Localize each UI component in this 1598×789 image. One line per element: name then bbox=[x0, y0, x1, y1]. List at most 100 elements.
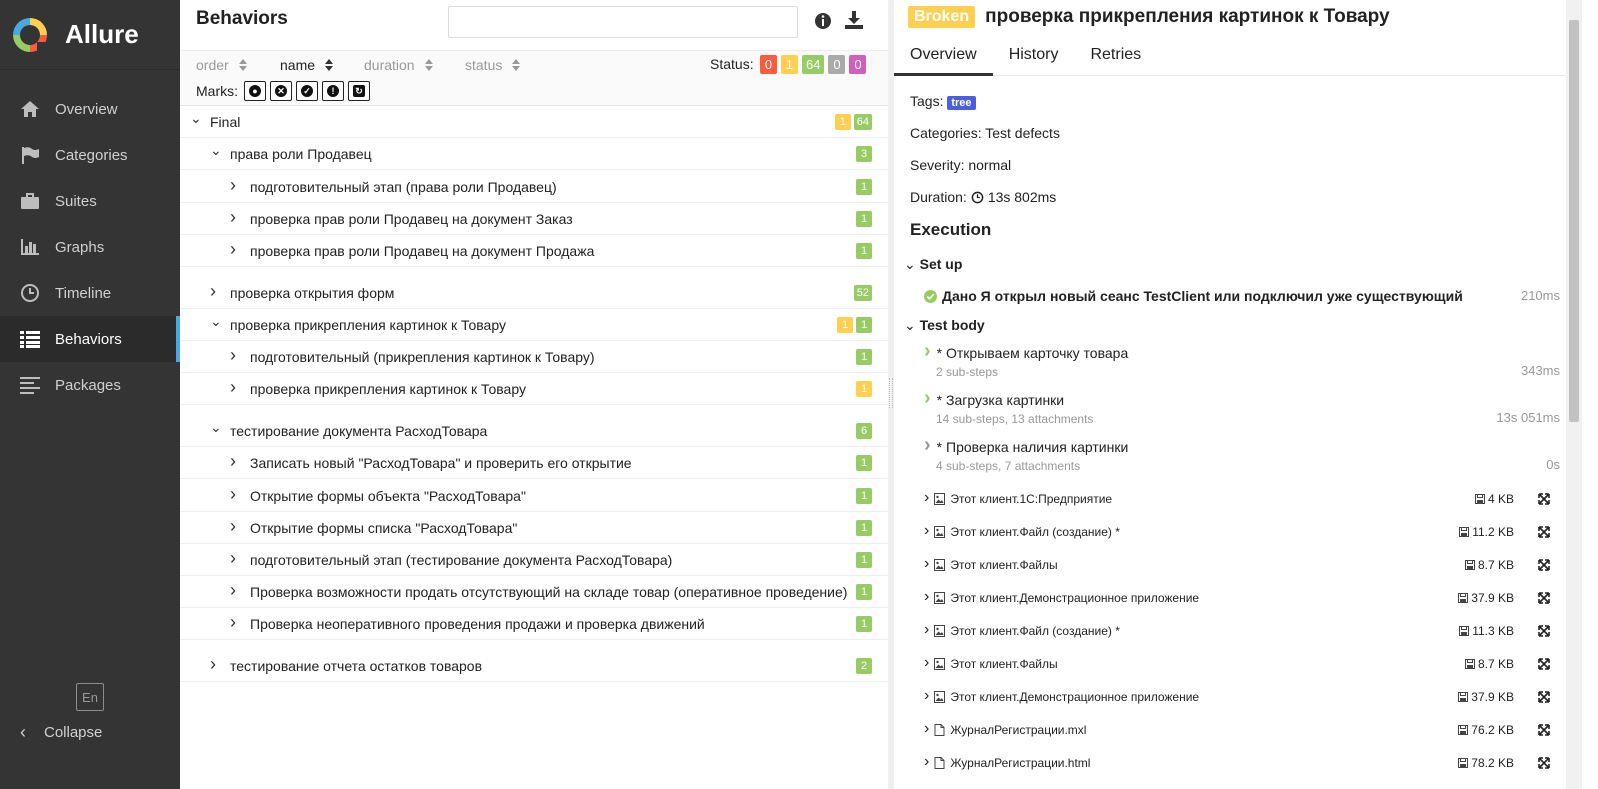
tree-row[interactable]: › Записать новый "РасходТовара" и провери… bbox=[180, 447, 888, 479]
mark-retries-toggle[interactable]: ↻ bbox=[348, 81, 370, 101]
setup-step[interactable]: Дано Я открыл новый сеанс TestClient или… bbox=[924, 288, 1564, 304]
passed-count-badge: 1 bbox=[856, 584, 872, 600]
image-icon bbox=[934, 592, 946, 604]
step-item[interactable]: › * Открываем карточку товара 2 sub-steps 3… bbox=[924, 340, 1564, 379]
sort-duration[interactable]: duration bbox=[364, 57, 433, 73]
expand-icon[interactable] bbox=[1538, 592, 1550, 604]
allure-logo-icon bbox=[13, 17, 47, 52]
sort-status[interactable]: status bbox=[465, 57, 521, 73]
scrollbar[interactable] bbox=[1566, 0, 1582, 789]
tree-row[interactable]: › Проверка возможности продать отсутствую… bbox=[180, 576, 888, 608]
body-section-toggle[interactable]: ⌄ Test body bbox=[904, 317, 985, 334]
tree-row[interactable]: › тестирование отчета остатков товаров 2 bbox=[180, 650, 888, 682]
sidebar-item-packages[interactable]: Packages bbox=[0, 362, 180, 408]
tree-row[interactable]: › проверка прав роли Продавец на документ… bbox=[180, 203, 888, 235]
tree-row[interactable]: ⌄ проверка прикрепления картинок к Товару… bbox=[180, 309, 888, 341]
sidebar-item-graphs[interactable]: Graphs bbox=[0, 224, 180, 270]
attachment-row[interactable]: › Этот клиент.Файлы 8.7 KB bbox=[924, 554, 1564, 576]
tab-overview[interactable]: Overview bbox=[894, 40, 993, 76]
attachment-row[interactable]: › ЖурналРегистрации.html 78.2 KB bbox=[924, 752, 1564, 774]
step-duration: 0s bbox=[1546, 457, 1560, 472]
mark-new-failed-toggle[interactable]: ✕ bbox=[270, 81, 292, 101]
sidebar-item-categories[interactable]: Categories bbox=[0, 132, 180, 178]
chevron-right-icon: › bbox=[230, 207, 236, 227]
tree-row[interactable]: › подготовительный этап (права роли Прода… bbox=[180, 171, 888, 203]
sort-icon bbox=[512, 59, 521, 71]
tab-retries[interactable]: Retries bbox=[1074, 40, 1157, 76]
passed-count-badge: 1 bbox=[856, 179, 872, 195]
mark-flaky-toggle[interactable]: ● bbox=[244, 81, 266, 101]
info-icon[interactable] bbox=[814, 12, 832, 30]
expand-icon[interactable] bbox=[1538, 559, 1550, 571]
step-item[interactable]: › * Загрузка картинки 14 sub-steps, 13 att… bbox=[924, 387, 1564, 426]
sort-order[interactable]: order bbox=[196, 57, 247, 73]
attachment-row[interactable]: › Этот клиент.Демонстрационное приложение… bbox=[924, 587, 1564, 609]
row-counts: 1 bbox=[853, 616, 872, 632]
page-title: Behaviors bbox=[196, 8, 288, 29]
brand[interactable]: Allure bbox=[0, 0, 180, 70]
tree-row[interactable]: › подготовительный (прикрепления картинок… bbox=[180, 341, 888, 373]
duration-label: Duration: bbox=[910, 189, 967, 205]
setup-section-toggle[interactable]: ⌄ Set up bbox=[904, 256, 962, 273]
attachment-row[interactable]: › Этот клиент.Файл (создание) * 11.2 KB bbox=[924, 521, 1564, 543]
chevron-right-icon: › bbox=[230, 516, 236, 536]
expand-icon[interactable] bbox=[1538, 724, 1550, 736]
sort-name[interactable]: name bbox=[280, 57, 334, 73]
sidebar-item-behaviors[interactable]: Behaviors bbox=[0, 316, 180, 362]
status-unknown-toggle[interactable]: 0 bbox=[849, 55, 867, 74]
sidebar-item-overview[interactable]: Overview bbox=[0, 86, 180, 132]
attachment-row[interactable]: › Этот клиент.Демонстрационное приложение… bbox=[924, 686, 1564, 708]
status-skipped-toggle[interactable]: 0 bbox=[828, 55, 846, 74]
tree-row-label: Проверка возможности продать отсутствующ… bbox=[250, 583, 848, 600]
tree-row[interactable]: › подготовительный этап (тестирование док… bbox=[180, 544, 888, 576]
tree-row[interactable]: › Открытие формы объекта "РасходТовара" 1 bbox=[180, 480, 888, 512]
expand-icon[interactable] bbox=[1538, 658, 1550, 670]
tree-row[interactable]: › проверка прикрепления картинок к Товару… bbox=[180, 373, 888, 405]
duration-row: Duration: 13s 802ms bbox=[910, 189, 1056, 205]
language-switch[interactable]: En bbox=[76, 683, 104, 711]
categories-row: Categories: Test defects bbox=[910, 125, 1060, 141]
mark-new-broken-toggle[interactable]: ! bbox=[322, 81, 344, 101]
status-passed-toggle[interactable]: 64 bbox=[802, 55, 825, 74]
row-counts: 1 bbox=[853, 381, 872, 397]
collapse-button[interactable]: ‹ Collapse bbox=[20, 722, 102, 743]
tree-row[interactable]: › проверка открытия форм 52 bbox=[180, 277, 888, 309]
tree-row[interactable]: › Проверка неоперативного проведения прод… bbox=[180, 608, 888, 640]
tree-row[interactable]: ⌄ тестирование документа РасходТовара 6 bbox=[180, 415, 888, 447]
attachment-row[interactable]: › Этот клиент.Файл (создание) * 11.3 KB bbox=[924, 620, 1564, 642]
expand-icon[interactable] bbox=[1538, 493, 1550, 505]
tree-row[interactable]: › проверка прав роли Продавец на документ… bbox=[180, 235, 888, 267]
download-icon[interactable] bbox=[844, 10, 864, 30]
sidebar: Allure Overview Categories Suites Graphs bbox=[0, 0, 180, 789]
row-counts: 2 bbox=[853, 658, 872, 674]
mark-new-passed-toggle[interactable]: ✓ bbox=[296, 81, 318, 101]
scrollbar-thumb[interactable] bbox=[1569, 20, 1579, 422]
status-broken-toggle[interactable]: 1 bbox=[781, 55, 798, 74]
sidebar-item-timeline[interactable]: Timeline bbox=[0, 270, 180, 316]
expand-icon[interactable] bbox=[1538, 526, 1550, 538]
attachment-row[interactable]: › ЖурналРегистрации.mxl 76.2 KB bbox=[924, 719, 1564, 741]
tree-row[interactable]: ⌄ права роли Продавец 3 bbox=[180, 138, 888, 170]
chevron-right-icon: › bbox=[230, 612, 236, 632]
expand-icon[interactable] bbox=[1538, 757, 1550, 769]
categories-value: Test defects bbox=[985, 125, 1060, 141]
expand-icon[interactable] bbox=[1538, 625, 1550, 637]
attachment-row[interactable]: › Этот клиент.1С:Предприятие 4 KB bbox=[924, 488, 1564, 510]
step-item[interactable]: › * Проверка наличия картинки 4 sub-steps,… bbox=[924, 434, 1564, 473]
status-failed-toggle[interactable]: 0 bbox=[760, 55, 777, 74]
sorter-label: duration bbox=[364, 57, 415, 73]
tree-row[interactable]: ⌄ Final 1 64 bbox=[180, 106, 888, 138]
body-label: Test body bbox=[919, 317, 985, 333]
chevron-right-icon: › bbox=[230, 580, 236, 600]
save-icon bbox=[1464, 659, 1475, 669]
testcase-header: Broken проверка прикрепления картинок к … bbox=[908, 6, 1390, 28]
expand-icon[interactable] bbox=[1538, 691, 1550, 703]
tree-row-label: проверка прав роли Продавец на документ … bbox=[250, 242, 595, 259]
tab-history[interactable]: History bbox=[993, 40, 1075, 76]
attachment-row[interactable]: › Этот клиент.Файлы 8.7 KB bbox=[924, 653, 1564, 675]
tree-row[interactable]: › Открытие формы списка "РасходТовара" 1 bbox=[180, 512, 888, 544]
search-input[interactable] bbox=[448, 6, 798, 38]
sidebar-item-suites[interactable]: Suites bbox=[0, 178, 180, 224]
passed-count-badge: 1 bbox=[856, 455, 872, 471]
categories-label: Categories: bbox=[910, 125, 982, 141]
